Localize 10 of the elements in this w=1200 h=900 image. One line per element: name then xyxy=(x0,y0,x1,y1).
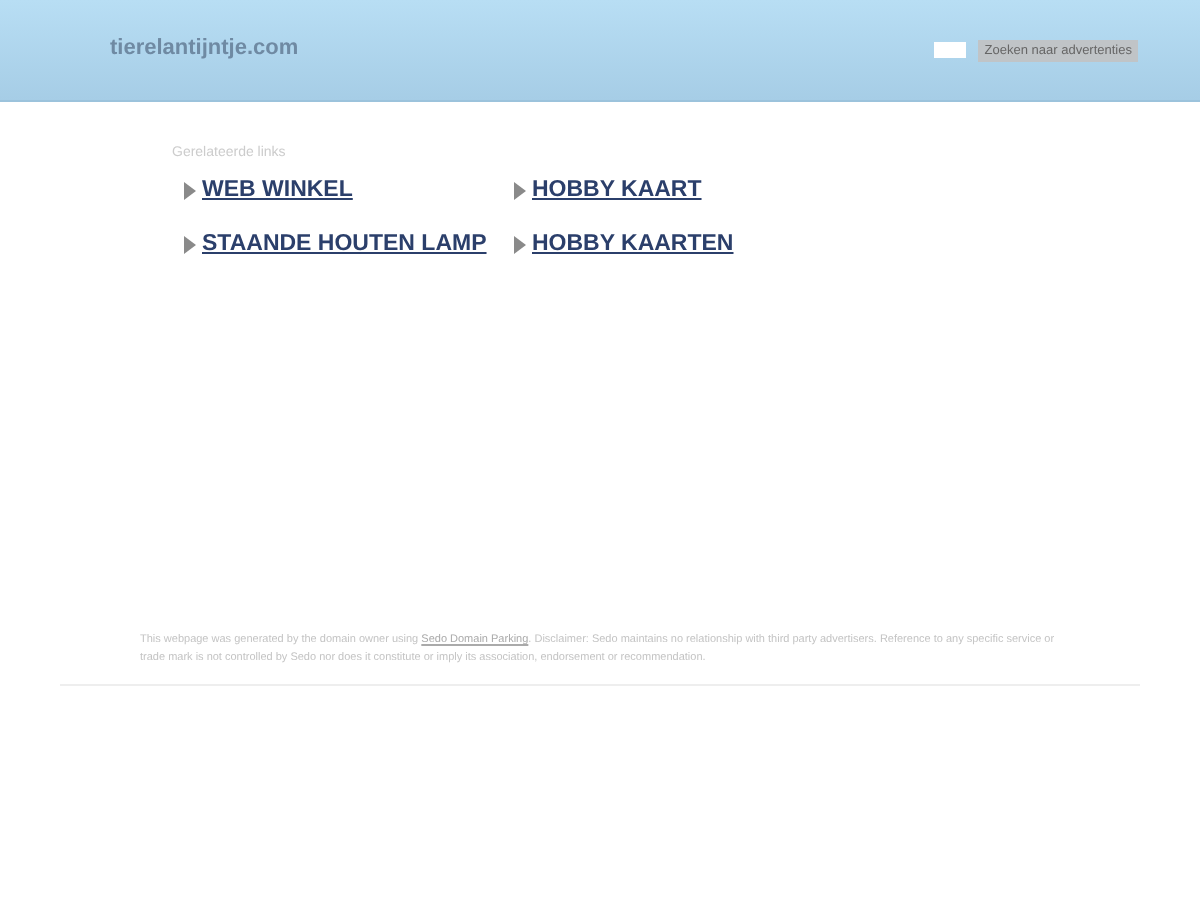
domain-title: tierelantijntje.com xyxy=(110,35,299,59)
arrow-icon xyxy=(514,181,526,199)
search-field[interactable] xyxy=(934,42,967,58)
related-link[interactable]: WEB WINKEL xyxy=(184,178,514,202)
arrow-icon xyxy=(184,235,196,253)
related-link[interactable]: HOBBY KAARTEN xyxy=(514,232,844,256)
related-link[interactable]: STAANDE HOUTEN LAMP xyxy=(184,232,514,256)
arrow-icon xyxy=(184,181,196,199)
arrow-icon xyxy=(514,235,526,253)
related-link[interactable]: HOBBY KAART xyxy=(514,178,844,202)
